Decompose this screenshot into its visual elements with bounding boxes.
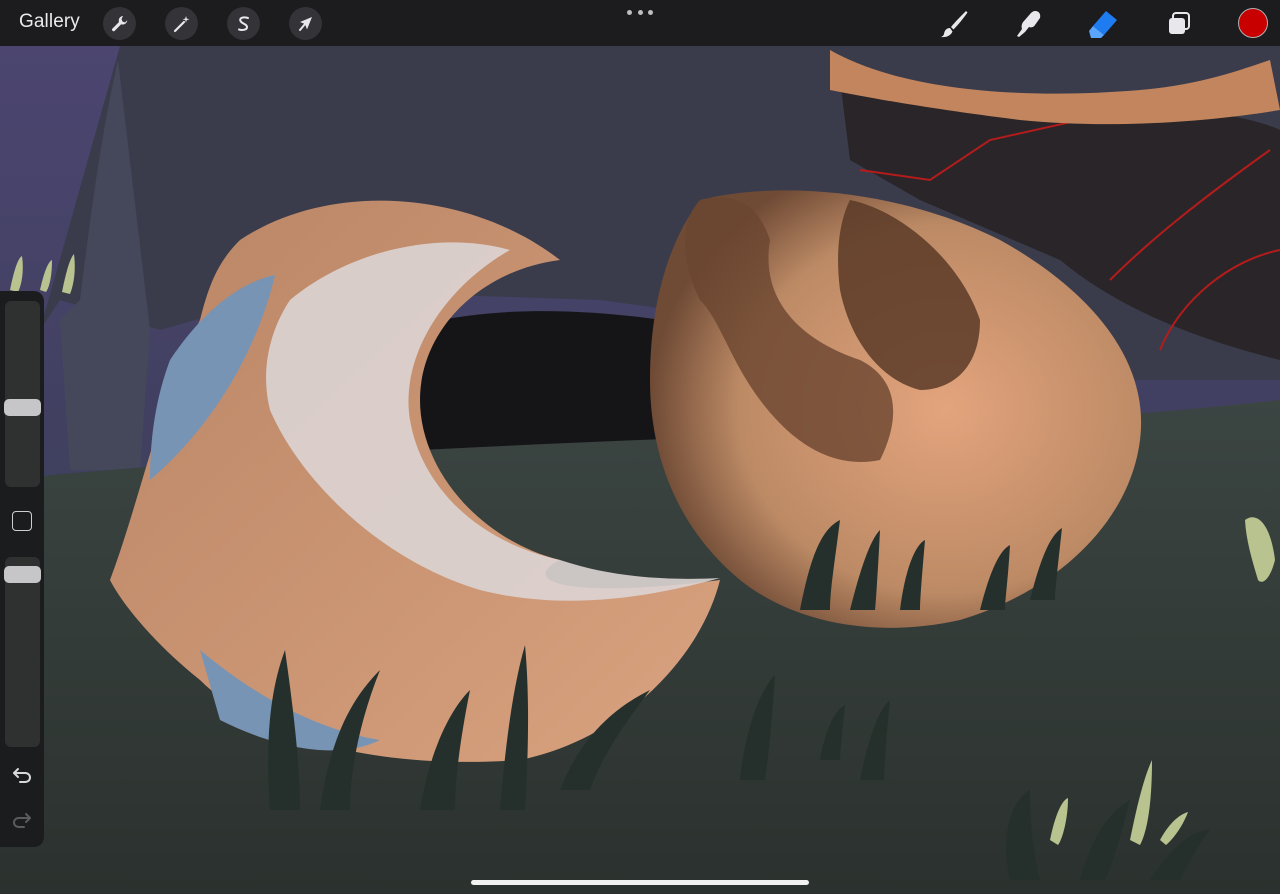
selection-button[interactable] bbox=[227, 7, 260, 40]
modify-button[interactable] bbox=[12, 511, 32, 531]
eraser-icon bbox=[1089, 11, 1117, 38]
actions-button[interactable] bbox=[103, 7, 136, 40]
color-picker-swatch[interactable] bbox=[1238, 8, 1268, 38]
brush-icon bbox=[941, 11, 968, 38]
smudge-button[interactable] bbox=[1012, 7, 1046, 41]
more-options-icon[interactable] bbox=[627, 10, 653, 16]
artwork bbox=[0, 46, 1280, 894]
layers-icon bbox=[1169, 12, 1190, 34]
adjustments-button[interactable] bbox=[165, 7, 198, 40]
arrow-cursor-icon bbox=[298, 16, 312, 31]
magic-wand-icon bbox=[173, 15, 189, 32]
selection-s-icon bbox=[237, 15, 249, 31]
opacity-slider[interactable] bbox=[5, 557, 40, 747]
redo-button[interactable] bbox=[8, 806, 36, 834]
top-toolbar: Gallery bbox=[0, 0, 1280, 46]
gallery-button[interactable]: Gallery bbox=[19, 11, 80, 33]
redo-icon bbox=[12, 813, 31, 828]
drawing-canvas[interactable] bbox=[0, 0, 1280, 894]
eraser-button[interactable] bbox=[1086, 7, 1120, 41]
brush-size-slider-thumb[interactable] bbox=[4, 399, 41, 417]
opacity-slider-thumb[interactable] bbox=[4, 565, 41, 583]
brush-size-slider[interactable] bbox=[5, 301, 40, 487]
brush-button[interactable] bbox=[937, 7, 971, 41]
layers-button[interactable] bbox=[1162, 7, 1196, 41]
transform-button[interactable] bbox=[289, 7, 322, 40]
left-sidebar bbox=[0, 291, 44, 847]
wrench-icon bbox=[111, 15, 127, 31]
home-indicator bbox=[471, 880, 809, 885]
undo-icon bbox=[13, 768, 32, 783]
undo-button[interactable] bbox=[8, 761, 36, 789]
smudge-finger-icon bbox=[1017, 11, 1041, 37]
